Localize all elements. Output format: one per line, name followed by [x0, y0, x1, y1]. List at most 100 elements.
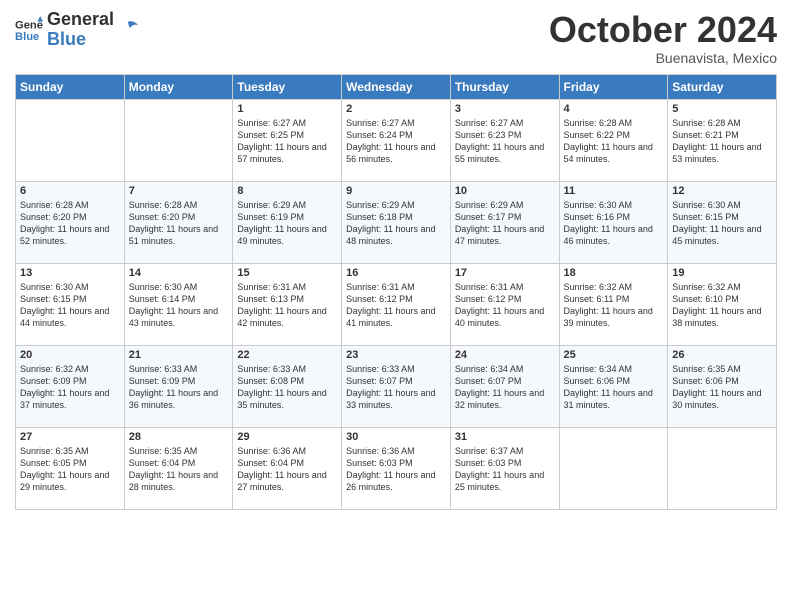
day-info: Sunrise: 6:33 AMSunset: 6:09 PMDaylight:…	[129, 363, 229, 412]
calendar-week-row: 27 Sunrise: 6:35 AMSunset: 6:05 PMDayligh…	[16, 427, 777, 509]
calendar-cell: 21 Sunrise: 6:33 AMSunset: 6:09 PMDayligh…	[124, 345, 233, 427]
day-number: 16	[346, 267, 446, 279]
day-number: 30	[346, 431, 446, 443]
calendar-cell	[668, 427, 777, 509]
calendar-cell: 28 Sunrise: 6:35 AMSunset: 6:04 PMDayligh…	[124, 427, 233, 509]
day-number: 12	[672, 185, 772, 197]
calendar-cell: 10 Sunrise: 6:29 AMSunset: 6:17 PMDayligh…	[450, 181, 559, 263]
calendar-header-row: SundayMondayTuesdayWednesdayThursdayFrid…	[16, 74, 777, 99]
day-info: Sunrise: 6:27 AMSunset: 6:25 PMDaylight:…	[237, 117, 337, 166]
calendar-cell: 26 Sunrise: 6:35 AMSunset: 6:06 PMDayligh…	[668, 345, 777, 427]
calendar-cell: 4Sunrise: 6:28 AMSunset: 6:22 PMDaylight…	[559, 99, 668, 181]
logo-bird-icon	[118, 20, 138, 40]
calendar-table: SundayMondayTuesdayWednesdayThursdayFrid…	[15, 74, 777, 510]
day-number: 7	[129, 185, 229, 197]
calendar-cell: 13Sunrise: 6:30 AMSunset: 6:15 PMDayligh…	[16, 263, 125, 345]
day-info: Sunrise: 6:36 AMSunset: 6:04 PMDaylight:…	[237, 445, 337, 494]
day-info: Sunrise: 6:32 AMSunset: 6:10 PMDaylight:…	[672, 281, 772, 330]
day-number: 25	[564, 349, 664, 361]
month-title: October 2024	[549, 10, 777, 50]
day-info: Sunrise: 6:29 AMSunset: 6:17 PMDaylight:…	[455, 199, 555, 248]
calendar-cell: 16 Sunrise: 6:31 AMSunset: 6:12 PMDayligh…	[342, 263, 451, 345]
day-number: 28	[129, 431, 229, 443]
day-header-sunday: Sunday	[16, 74, 125, 99]
day-number: 27	[20, 431, 120, 443]
day-info: Sunrise: 6:35 AMSunset: 6:05 PMDaylight:…	[20, 445, 120, 494]
calendar-cell: 29 Sunrise: 6:36 AMSunset: 6:04 PMDayligh…	[233, 427, 342, 509]
header: General Blue General Blue October 2024 B…	[15, 10, 777, 66]
day-number: 22	[237, 349, 337, 361]
day-info: Sunrise: 6:31 AMSunset: 6:13 PMDaylight:…	[237, 281, 337, 330]
day-number: 9	[346, 185, 446, 197]
day-number: 11	[564, 185, 664, 197]
calendar-cell: 12Sunrise: 6:30 AMSunset: 6:15 PMDayligh…	[668, 181, 777, 263]
calendar-cell: 3Sunrise: 6:27 AMSunset: 6:23 PMDaylight…	[450, 99, 559, 181]
day-header-tuesday: Tuesday	[233, 74, 342, 99]
day-number: 4	[564, 103, 664, 115]
calendar-cell: 24 Sunrise: 6:34 AMSunset: 6:07 PMDayligh…	[450, 345, 559, 427]
day-info: Sunrise: 6:33 AMSunset: 6:08 PMDaylight:…	[237, 363, 337, 412]
day-info: Sunrise: 6:36 AMSunset: 6:03 PMDaylight:…	[346, 445, 446, 494]
logo: General Blue General Blue	[15, 10, 138, 50]
day-info: Sunrise: 6:34 AMSunset: 6:06 PMDaylight:…	[564, 363, 664, 412]
day-info: Sunrise: 6:34 AMSunset: 6:07 PMDaylight:…	[455, 363, 555, 412]
calendar-cell: 8 Sunrise: 6:29 AMSunset: 6:19 PMDaylight…	[233, 181, 342, 263]
calendar-cell: 9 Sunrise: 6:29 AMSunset: 6:18 PMDaylight…	[342, 181, 451, 263]
day-info: Sunrise: 6:35 AMSunset: 6:06 PMDaylight:…	[672, 363, 772, 412]
day-info: Sunrise: 6:32 AMSunset: 6:09 PMDaylight:…	[20, 363, 120, 412]
day-number: 3	[455, 103, 555, 115]
title-block: October 2024 Buenavista, Mexico	[549, 10, 777, 66]
day-header-thursday: Thursday	[450, 74, 559, 99]
day-header-friday: Friday	[559, 74, 668, 99]
page-container: General Blue General Blue October 2024 B…	[0, 0, 792, 520]
day-info: Sunrise: 6:30 AMSunset: 6:15 PMDaylight:…	[20, 281, 120, 330]
calendar-week-row: 6Sunrise: 6:28 AMSunset: 6:20 PMDaylight…	[16, 181, 777, 263]
day-info: Sunrise: 6:35 AMSunset: 6:04 PMDaylight:…	[129, 445, 229, 494]
day-number: 19	[672, 267, 772, 279]
day-number: 2	[346, 103, 446, 115]
day-info: Sunrise: 6:27 AMSunset: 6:24 PMDaylight:…	[346, 117, 446, 166]
calendar-week-row: 13Sunrise: 6:30 AMSunset: 6:15 PMDayligh…	[16, 263, 777, 345]
logo-icon: General Blue	[15, 16, 43, 44]
day-number: 15	[237, 267, 337, 279]
calendar-cell: 11 Sunrise: 6:30 AMSunset: 6:16 PMDayligh…	[559, 181, 668, 263]
calendar-week-row: 20 Sunrise: 6:32 AMSunset: 6:09 PMDayligh…	[16, 345, 777, 427]
day-number: 5	[672, 103, 772, 115]
day-number: 21	[129, 349, 229, 361]
day-info: Sunrise: 6:28 AMSunset: 6:21 PMDaylight:…	[672, 117, 772, 166]
calendar-cell	[16, 99, 125, 181]
day-number: 1	[237, 103, 337, 115]
day-info: Sunrise: 6:28 AMSunset: 6:20 PMDaylight:…	[20, 199, 120, 248]
logo-text-blue: Blue	[47, 30, 114, 50]
day-number: 24	[455, 349, 555, 361]
day-number: 26	[672, 349, 772, 361]
day-info: Sunrise: 6:30 AMSunset: 6:16 PMDaylight:…	[564, 199, 664, 248]
day-number: 8	[237, 185, 337, 197]
day-info: Sunrise: 6:29 AMSunset: 6:19 PMDaylight:…	[237, 199, 337, 248]
day-number: 10	[455, 185, 555, 197]
day-info: Sunrise: 6:32 AMSunset: 6:11 PMDaylight:…	[564, 281, 664, 330]
calendar-cell: 20 Sunrise: 6:32 AMSunset: 6:09 PMDayligh…	[16, 345, 125, 427]
calendar-cell: 7Sunrise: 6:28 AMSunset: 6:20 PMDaylight…	[124, 181, 233, 263]
day-info: Sunrise: 6:31 AMSunset: 6:12 PMDaylight:…	[455, 281, 555, 330]
day-number: 23	[346, 349, 446, 361]
day-number: 29	[237, 431, 337, 443]
calendar-week-row: 1 Sunrise: 6:27 AMSunset: 6:25 PMDaylight…	[16, 99, 777, 181]
calendar-cell: 17Sunrise: 6:31 AMSunset: 6:12 PMDayligh…	[450, 263, 559, 345]
calendar-cell: 23Sunrise: 6:33 AMSunset: 6:07 PMDayligh…	[342, 345, 451, 427]
calendar-cell: 30 Sunrise: 6:36 AMSunset: 6:03 PMDayligh…	[342, 427, 451, 509]
day-info: Sunrise: 6:29 AMSunset: 6:18 PMDaylight:…	[346, 199, 446, 248]
logo-text-general: General	[47, 10, 114, 30]
day-number: 20	[20, 349, 120, 361]
calendar-cell: 18Sunrise: 6:32 AMSunset: 6:11 PMDayligh…	[559, 263, 668, 345]
calendar-cell: 15 Sunrise: 6:31 AMSunset: 6:13 PMDayligh…	[233, 263, 342, 345]
calendar-cell: 6Sunrise: 6:28 AMSunset: 6:20 PMDaylight…	[16, 181, 125, 263]
calendar-cell: 31Sunrise: 6:37 AMSunset: 6:03 PMDayligh…	[450, 427, 559, 509]
calendar-cell	[559, 427, 668, 509]
day-info: Sunrise: 6:37 AMSunset: 6:03 PMDaylight:…	[455, 445, 555, 494]
day-info: Sunrise: 6:31 AMSunset: 6:12 PMDaylight:…	[346, 281, 446, 330]
calendar-cell: 22 Sunrise: 6:33 AMSunset: 6:08 PMDayligh…	[233, 345, 342, 427]
calendar-cell: 2 Sunrise: 6:27 AMSunset: 6:24 PMDaylight…	[342, 99, 451, 181]
day-header-monday: Monday	[124, 74, 233, 99]
svg-text:Blue: Blue	[15, 31, 39, 43]
